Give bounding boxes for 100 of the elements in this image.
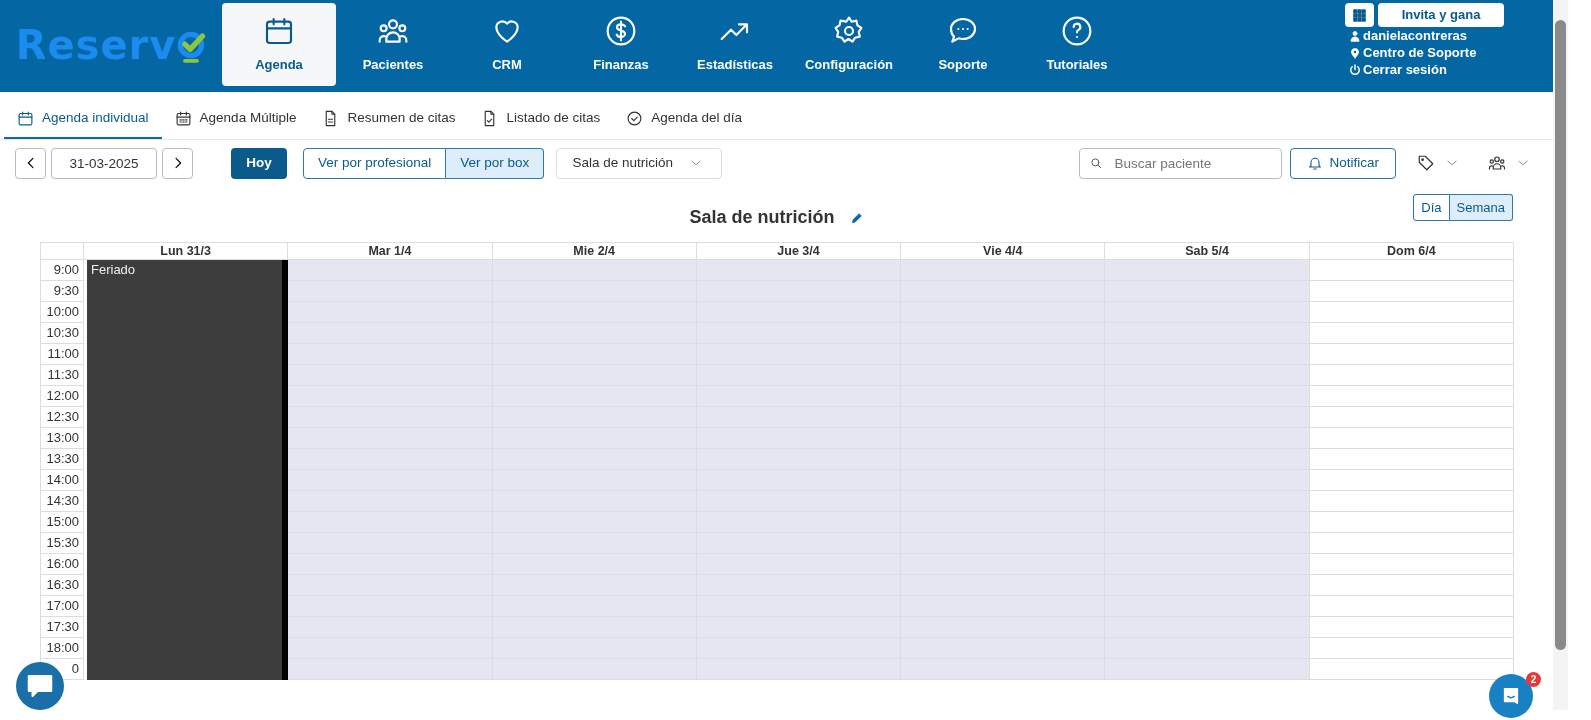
subtab[interactable]: Agenda Múltiple — [161, 100, 310, 139]
time-slot[interactable] — [1105, 260, 1310, 281]
time-slot[interactable] — [1105, 407, 1310, 428]
room-select[interactable]: Sala de nutrición — [556, 147, 723, 179]
time-slot[interactable] — [1105, 575, 1310, 596]
time-slot[interactable] — [288, 449, 493, 470]
time-slot[interactable] — [288, 512, 493, 533]
time-slot[interactable] — [288, 323, 493, 344]
time-slot[interactable] — [1309, 512, 1514, 533]
time-slot[interactable] — [1105, 659, 1310, 680]
time-slot[interactable] — [288, 533, 493, 554]
time-slot[interactable] — [1105, 617, 1310, 638]
time-slot[interactable] — [1309, 617, 1514, 638]
time-slot[interactable] — [901, 260, 1106, 281]
time-slot[interactable] — [1309, 575, 1514, 596]
time-slot[interactable] — [288, 260, 493, 281]
time-slot[interactable] — [1105, 554, 1310, 575]
subtab[interactable]: Listado de citas — [468, 100, 614, 139]
time-slot[interactable] — [288, 407, 493, 428]
search-field[interactable]: Buscar paciente — [1079, 147, 1283, 179]
range-toggle[interactable]: Semana — [1449, 194, 1513, 221]
time-slot[interactable] — [288, 638, 493, 659]
tag-icon — [1417, 154, 1435, 172]
time-slot[interactable] — [288, 554, 493, 575]
next-button[interactable] — [162, 147, 193, 179]
view-toggle[interactable]: Ver por profesional — [303, 147, 447, 179]
subtab[interactable]: Agenda del día — [613, 100, 756, 139]
nav-tab[interactable]: Configuración — [792, 3, 906, 86]
time-slot[interactable] — [1105, 428, 1310, 449]
nav-tab[interactable]: Agenda — [222, 3, 336, 86]
time-slot[interactable] — [901, 659, 1106, 680]
time-slot[interactable] — [288, 302, 493, 323]
nav-tab[interactable]: Tutoriales — [1020, 3, 1134, 86]
time-slot[interactable] — [1105, 302, 1310, 323]
time-slot[interactable] — [1309, 533, 1514, 554]
time-slot[interactable] — [1309, 365, 1514, 386]
nav-tab[interactable]: Finanzas — [564, 3, 678, 86]
today-button[interactable]: Hoy — [231, 147, 287, 179]
previous-button[interactable] — [15, 147, 46, 179]
messenger-button[interactable] — [1489, 674, 1533, 718]
time-slot[interactable] — [1309, 428, 1514, 449]
view-toggle[interactable]: Ver por box — [446, 147, 545, 179]
time-slot[interactable] — [1105, 512, 1310, 533]
time-slot[interactable] — [1309, 407, 1514, 428]
time-slot[interactable] — [1309, 449, 1514, 470]
invite-button[interactable]: Invita y gana — [1378, 3, 1504, 27]
header-link[interactable]: danielacontreras — [1345, 27, 1468, 44]
subtab[interactable]: Agenda individual — [4, 100, 162, 139]
header-link[interactable]: Cerrar sesión — [1345, 61, 1447, 78]
range-toggle[interactable]: Día — [1413, 194, 1450, 221]
nav-tab[interactable]: Pacientes — [336, 3, 450, 86]
time-slot[interactable] — [288, 281, 493, 302]
nav-tab[interactable]: Estadísticas — [678, 3, 792, 86]
time-slot[interactable] — [1105, 638, 1310, 659]
time-slot[interactable] — [288, 386, 493, 407]
time-slot[interactable] — [1309, 302, 1514, 323]
time-slot[interactable] — [1309, 344, 1514, 365]
time-slot[interactable] — [1309, 281, 1514, 302]
nav-tab[interactable]: Soporte — [906, 3, 1020, 86]
time-slot[interactable] — [1105, 365, 1310, 386]
time-slot[interactable] — [1105, 533, 1310, 554]
apps-button[interactable] — [1345, 3, 1374, 27]
time-slot[interactable] — [1105, 344, 1310, 365]
time-slot[interactable] — [288, 575, 493, 596]
header-link[interactable]: Centro de Soporte — [1345, 44, 1477, 61]
time-slot[interactable] — [1105, 449, 1310, 470]
time-slot[interactable] — [696, 659, 902, 680]
time-slot[interactable] — [1309, 470, 1514, 491]
time-slot[interactable] — [288, 428, 493, 449]
time-slot[interactable] — [1309, 554, 1514, 575]
time-slot[interactable] — [492, 659, 697, 680]
time-slot[interactable] — [288, 365, 493, 386]
time-slot[interactable] — [492, 260, 697, 281]
time-slot[interactable] — [696, 260, 902, 281]
time-slot[interactable] — [1309, 323, 1514, 344]
chat-button[interactable] — [16, 662, 64, 710]
time-slot[interactable] — [288, 659, 493, 680]
scrollbar-thumb[interactable] — [1555, 20, 1566, 650]
date-field[interactable]: 31-03-2025 — [51, 147, 157, 179]
time-slot[interactable] — [288, 617, 493, 638]
time-slot[interactable] — [1309, 386, 1514, 407]
time-slot[interactable] — [1105, 470, 1310, 491]
time-slot[interactable] — [288, 491, 493, 512]
time-slot[interactable] — [1309, 596, 1514, 617]
time-slot[interactable] — [288, 470, 493, 491]
logo-text: Reserv — [15, 20, 177, 70]
time-slot[interactable] — [1309, 638, 1514, 659]
time-slot[interactable] — [1309, 260, 1514, 281]
time-slot[interactable] — [1105, 386, 1310, 407]
time-slot[interactable] — [1309, 491, 1514, 512]
nav-tab[interactable]: CRM — [450, 3, 564, 86]
subtab[interactable]: Resumen de citas — [309, 100, 469, 139]
time-slot[interactable] — [1105, 281, 1310, 302]
time-slot[interactable] — [1105, 596, 1310, 617]
time-slot[interactable] — [1105, 323, 1310, 344]
time-slot[interactable] — [288, 344, 493, 365]
time-slot[interactable] — [1105, 491, 1310, 512]
user-icon — [1349, 29, 1361, 42]
notify-button[interactable]: Notificar — [1290, 147, 1396, 179]
time-slot[interactable] — [288, 596, 493, 617]
